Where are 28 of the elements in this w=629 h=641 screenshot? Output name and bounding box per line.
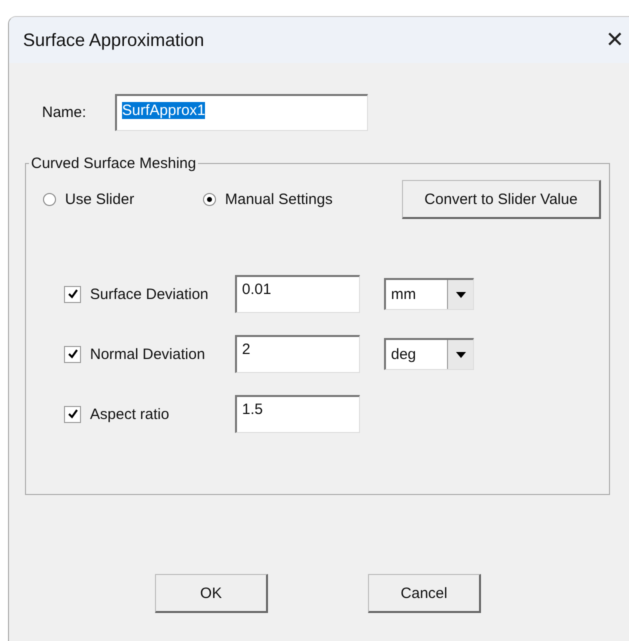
setting-label: Aspect ratio (90, 406, 170, 422)
checkbox[interactable] (64, 286, 81, 302)
name-field[interactable]: SurfApprox1 (115, 94, 368, 131)
unit-dropdown[interactable]: mm (384, 278, 474, 310)
value-field[interactable]: 0.01 (235, 275, 360, 313)
unit-dropdown[interactable]: deg (384, 338, 474, 370)
value-field[interactable]: 1.5 (235, 395, 360, 433)
dialog-button[interactable]: OK (155, 574, 268, 613)
checkbox[interactable] (64, 346, 81, 362)
checkmark-icon (66, 348, 78, 360)
checkmark-icon (66, 288, 78, 300)
close-button[interactable]: ✕ (600, 28, 629, 52)
window-title: Surface Approximation (23, 30, 204, 50)
group-title: Curved Surface Meshing (30, 155, 198, 172)
setting-label: Normal Deviation (90, 346, 206, 362)
name-label: Name: (42, 104, 88, 121)
convert-button[interactable]: Convert to Slider Value (402, 180, 601, 219)
radio-label: Manual Settings (225, 191, 333, 208)
checkbox[interactable] (64, 406, 81, 422)
radio-button[interactable] (203, 193, 216, 206)
checkmark-icon (66, 408, 78, 420)
radio-button[interactable] (43, 193, 56, 206)
dropdown-arrow-icon (456, 352, 466, 358)
dialog-button[interactable]: Cancel (368, 574, 481, 613)
value-field[interactable]: 2 (235, 335, 360, 373)
setting-label: Surface Deviation (90, 286, 210, 302)
radio-label: Use Slider (65, 191, 134, 208)
dropdown-arrow-icon (456, 292, 466, 298)
